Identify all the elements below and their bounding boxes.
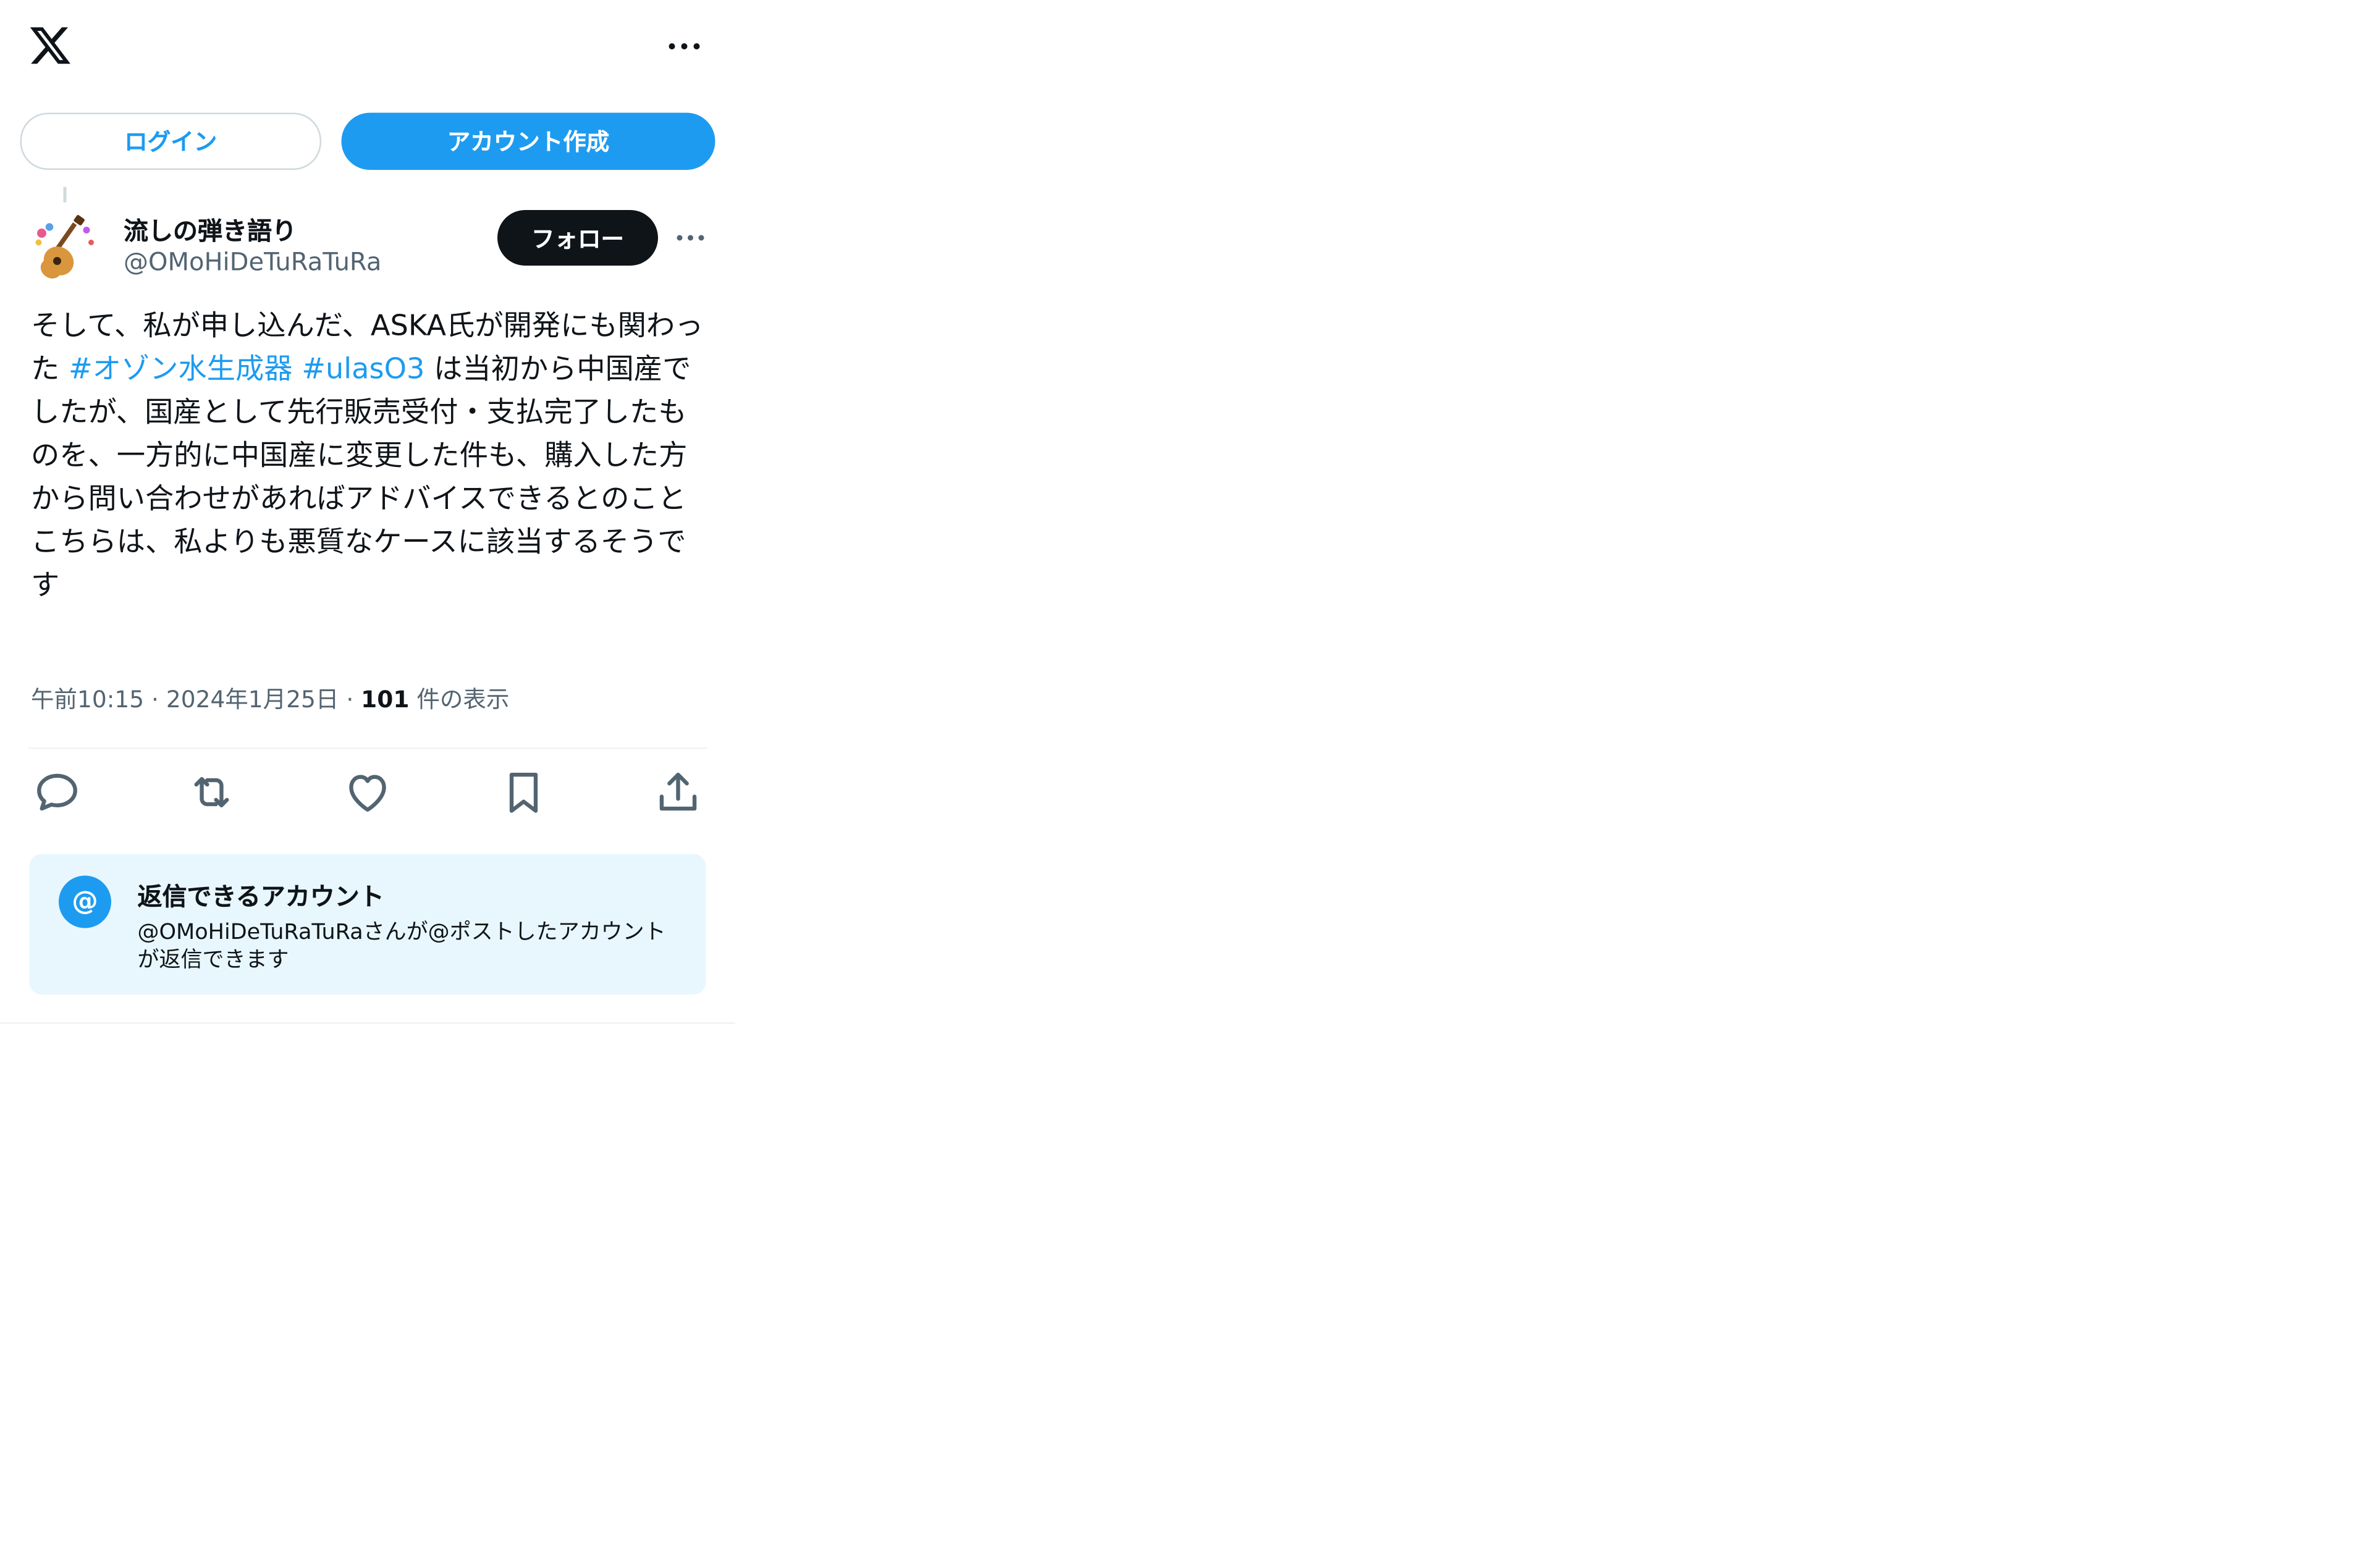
guitar-avatar-icon	[28, 211, 102, 286]
tweet-text: そして、私が申し込んだ、ASKA氏が開発にも関わった #オゾン水生成器 #ula…	[31, 306, 711, 608]
page: ログイン アカウント作成 流しの弾き語り @OMoHiDeTuRaTuRa フォ…	[0, 0, 1831, 1024]
heart-icon[interactable]	[342, 766, 394, 818]
divider	[28, 747, 707, 749]
top-bar	[0, 0, 1831, 96]
share-icon[interactable]	[652, 766, 704, 818]
tweet-text-segment: は当初から中国産でしたが、国産として先行販売受付・支払完了したものを、一方的に中…	[31, 353, 691, 603]
at-sign-icon: @	[59, 875, 111, 928]
tweet-text-space	[293, 354, 302, 387]
tweet-meta: 午前10:15 · 2024年1月25日 · 101 件の表示	[31, 683, 509, 715]
author-display-name[interactable]: 流しの弾き語り	[124, 210, 297, 247]
avatar[interactable]	[28, 211, 102, 286]
reply-restriction-description: @OMoHiDeTuRaTuRaさんが@ポストしたアカウントが返信できます	[137, 920, 666, 973]
tweet-time[interactable]: 午前10:15	[31, 686, 144, 713]
tweet-author: 流しの弾き語り @OMoHiDeTuRaTuRa フォロー	[28, 207, 714, 286]
signup-button[interactable]: アカウント作成	[341, 112, 715, 170]
divider	[0, 1022, 735, 1024]
meta-separator: ·	[144, 686, 166, 713]
hashtag-link[interactable]: #オゾン水生成器	[69, 354, 293, 387]
retweet-icon[interactable]	[185, 766, 238, 818]
meta-separator: ·	[339, 686, 361, 713]
reply-restriction-card: @ 返信できるアカウント @OMoHiDeTuRaTuRaさんが@ポストしたアカ…	[29, 854, 706, 994]
tweet-date[interactable]: 2024年1月25日	[166, 686, 339, 713]
hashtag-link[interactable]: #ulasO3	[302, 354, 424, 387]
x-logo-icon[interactable]	[28, 23, 73, 69]
more-horizontal-icon[interactable]	[664, 30, 704, 64]
auth-buttons: ログイン アカウント作成	[20, 112, 715, 170]
bookmark-icon[interactable]	[497, 766, 550, 818]
reply-restriction-title: 返信できるアカウント	[137, 881, 384, 912]
more-horizontal-icon[interactable]	[673, 222, 707, 253]
follow-button[interactable]: フォロー	[497, 210, 658, 266]
login-button[interactable]: ログイン	[20, 112, 321, 170]
author-handle[interactable]: @OMoHiDeTuRaTuRa	[124, 247, 381, 277]
thread-connector-line	[63, 187, 67, 203]
views-label: 件の表示	[409, 686, 510, 713]
reply-icon[interactable]	[31, 766, 83, 818]
tweet-actions	[28, 766, 707, 818]
views-count: 101	[361, 686, 410, 713]
